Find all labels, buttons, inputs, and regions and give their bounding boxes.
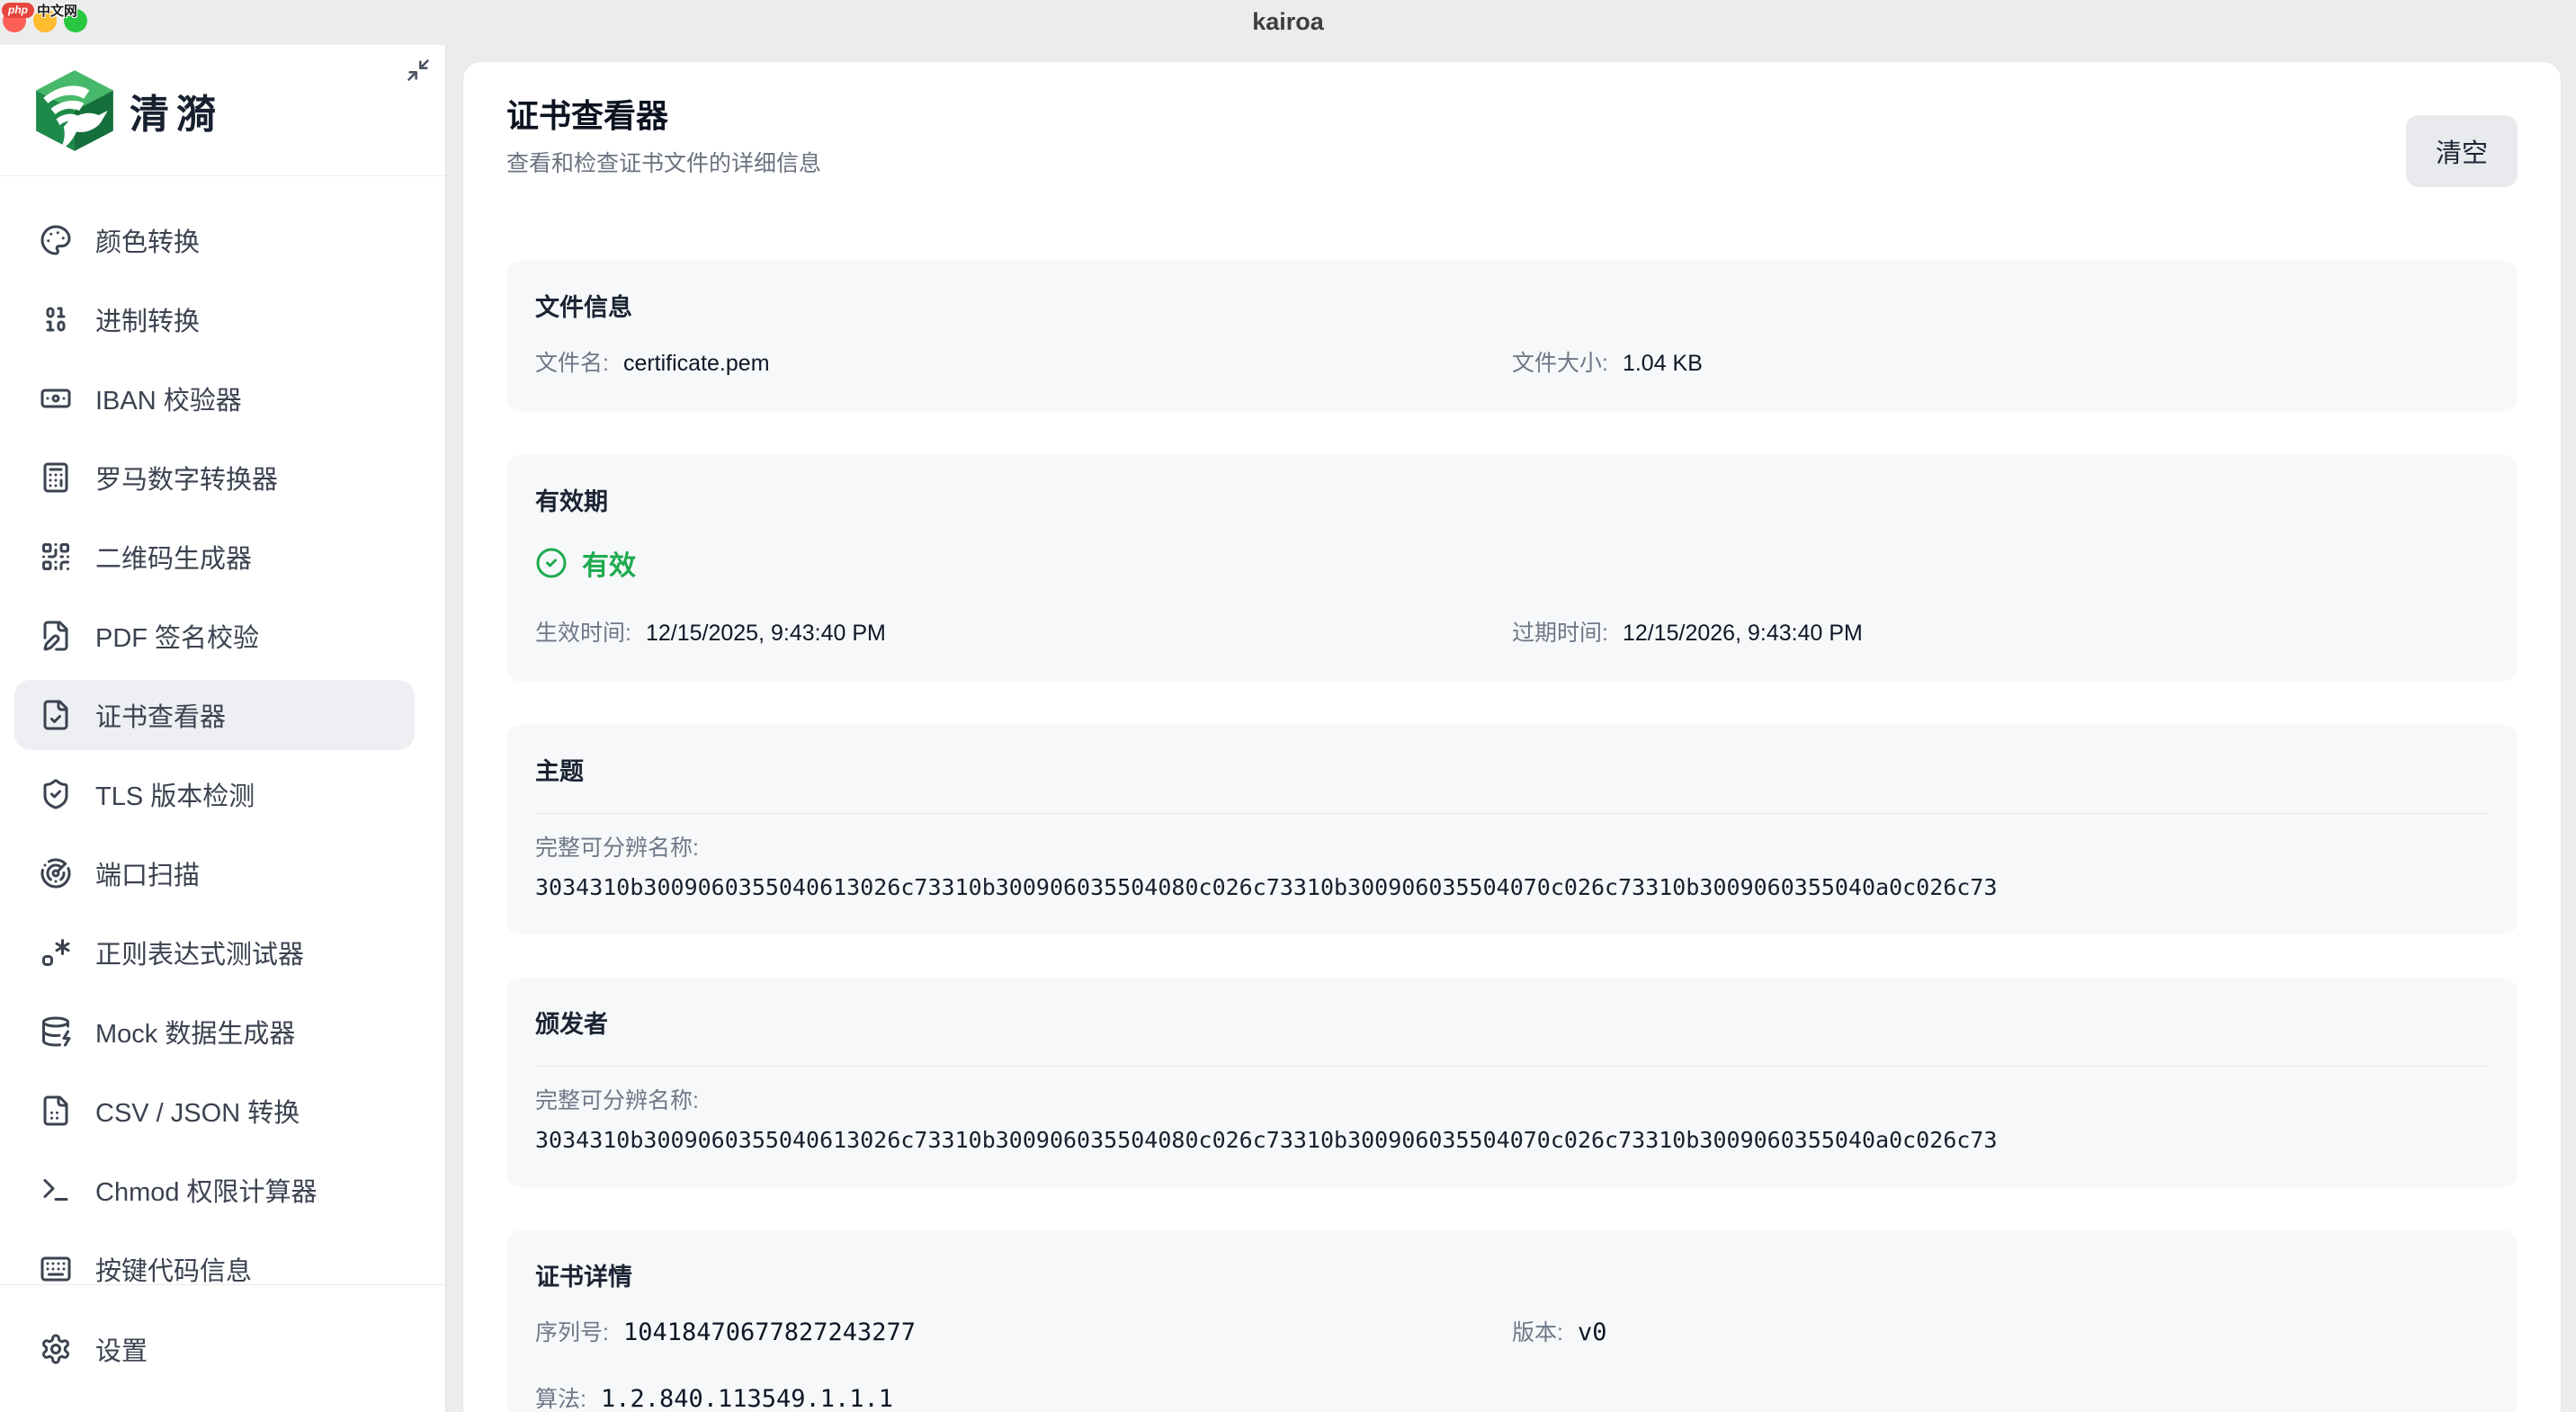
file-size-value: 1.04 KB: [1623, 351, 1703, 376]
file-name-field: 文件名:certificate.pem: [535, 349, 1512, 378]
validity-status-text: 有效: [582, 543, 636, 583]
subject-heading: 主题: [535, 757, 2489, 786]
file-name-value: certificate.pem: [623, 351, 770, 376]
sidebar-item-qr-generator[interactable]: 二维码生成器: [14, 522, 415, 592]
section-divider: [535, 1066, 2489, 1067]
collapse-sidebar-icon[interactable]: [406, 58, 431, 83]
sidebar-nav: 颜色转换 进制转换 IBAN 校验器: [0, 205, 445, 1284]
cert-details-heading: 证书详情: [535, 1263, 2489, 1291]
terminal-icon: [40, 1174, 72, 1206]
file-grid-icon: [40, 1095, 72, 1127]
calculator-icon: [40, 461, 72, 494]
clear-button[interactable]: 清空: [2406, 115, 2518, 187]
algorithm-field: 算法:1.2.840.113549.1.1.1: [535, 1385, 2489, 1412]
sidebar-item-pdf-signature-verify[interactable]: PDF 签名校验: [14, 601, 415, 671]
app-logo-row: 清漪: [0, 45, 445, 176]
serial-number-value: 10418470677827243277: [623, 1318, 916, 1346]
main-content: 证书查看器 查看和检查证书文件的详细信息 清空 文件信息 文件名:certifi…: [462, 61, 2562, 1412]
palette-icon: [40, 224, 72, 256]
titlebar: php 中文网 kairoa: [0, 0, 2576, 45]
file-check-icon: [40, 699, 72, 731]
sidebar-item-csv-json-convert[interactable]: CSV / JSON 转换: [14, 1076, 415, 1146]
file-pen-icon: [40, 620, 72, 652]
sidebar-footer: 设置: [0, 1284, 445, 1412]
gear-icon: [40, 1333, 72, 1365]
sidebar-item-regex-tester[interactable]: 正则表达式测试器: [14, 917, 415, 988]
binary-icon: [40, 303, 72, 335]
sidebar-item-color-convert[interactable]: 颜色转换: [14, 205, 415, 275]
file-size-field: 文件大小:1.04 KB: [1512, 349, 2489, 378]
sidebar-item-keycode-info[interactable]: 按键代码信息: [14, 1234, 415, 1284]
subject-section: 主题 完整可分辨名称: 3034310b3009060355040613026c…: [506, 725, 2518, 934]
database-zap-icon: [40, 1015, 72, 1048]
keyboard-icon: [40, 1253, 72, 1284]
php-logo: php: [2, 3, 34, 18]
circle-check-icon: [535, 547, 568, 579]
php-cn-watermark: php 中文网: [2, 1, 77, 20]
app-logo-icon: [31, 67, 119, 155]
algorithm-value: 1.2.840.113549.1.1.1: [601, 1385, 893, 1412]
sidebar-item-base-convert[interactable]: 进制转换: [14, 284, 415, 354]
window-title: kairoa: [0, 8, 2576, 36]
sidebar-item-chmod-calculator[interactable]: Chmod 权限计算器: [14, 1155, 415, 1225]
sidebar-item-iban-validator[interactable]: IBAN 校验器: [14, 363, 415, 433]
issuer-dn-value: 3034310b3009060355040613026c73310b300906…: [535, 1128, 2489, 1153]
sidebar-item-port-scan[interactable]: 端口扫描: [14, 838, 415, 908]
issuer-section: 颁发者 完整可分辨名称: 3034310b3009060355040613026…: [506, 978, 2518, 1187]
sidebar-item-cert-viewer[interactable]: 证书查看器: [14, 680, 415, 750]
validity-section: 有效期 有效 生效时间:12/15/2025, 9:43:40 PM 过期时间:…: [506, 455, 2518, 682]
valid-from-field: 生效时间:12/15/2025, 9:43:40 PM: [535, 619, 1512, 648]
subject-dn-value: 3034310b3009060355040613026c73310b300906…: [535, 875, 2489, 900]
page-subtitle: 查看和检查证书文件的详细信息: [506, 148, 821, 179]
serial-number-field: 序列号:10418470677827243277: [535, 1318, 1512, 1347]
shield-check-icon: [40, 778, 72, 810]
page-header: 证书查看器 查看和检查证书文件的详细信息 清空: [506, 96, 2518, 187]
section-divider: [535, 813, 2489, 814]
valid-from-value: 12/15/2025, 9:43:40 PM: [646, 621, 886, 646]
valid-to-field: 过期时间:12/15/2026, 9:43:40 PM: [1512, 619, 2489, 648]
radar-icon: [40, 857, 72, 889]
issuer-dn-label: 完整可分辨名称:: [535, 1088, 2489, 1113]
file-info-heading: 文件信息: [535, 293, 2489, 322]
regex-icon: [40, 936, 72, 969]
sidebar-item-mock-data-generator[interactable]: Mock 数据生成器: [14, 996, 415, 1067]
sidebar-item-roman-numeral-converter[interactable]: 罗马数字转换器: [14, 442, 415, 513]
version-field: 版本:v0: [1512, 1318, 2489, 1347]
subject-dn-label: 完整可分辨名称:: [535, 836, 2489, 861]
page-title: 证书查看器: [506, 96, 821, 136]
validity-status-badge: 有效: [535, 543, 2489, 583]
version-value: v0: [1578, 1318, 1607, 1346]
cert-details-section: 证书详情 序列号:10418470677827243277 版本:v0 算法:1…: [506, 1230, 2518, 1412]
sidebar: 清漪 颜色转换: [0, 45, 446, 1412]
banknote-icon: [40, 382, 72, 415]
valid-to-value: 12/15/2026, 9:43:40 PM: [1623, 621, 1863, 646]
issuer-heading: 颁发者: [535, 1010, 2489, 1039]
sidebar-item-tls-version-check[interactable]: TLS 版本检测: [14, 759, 415, 829]
file-info-section: 文件信息 文件名:certificate.pem 文件大小:1.04 KB: [506, 261, 2518, 412]
validity-heading: 有效期: [535, 487, 2489, 516]
sidebar-item-settings[interactable]: 设置: [14, 1314, 415, 1384]
qr-code-icon: [40, 541, 72, 573]
app-name: 清漪: [130, 82, 223, 139]
